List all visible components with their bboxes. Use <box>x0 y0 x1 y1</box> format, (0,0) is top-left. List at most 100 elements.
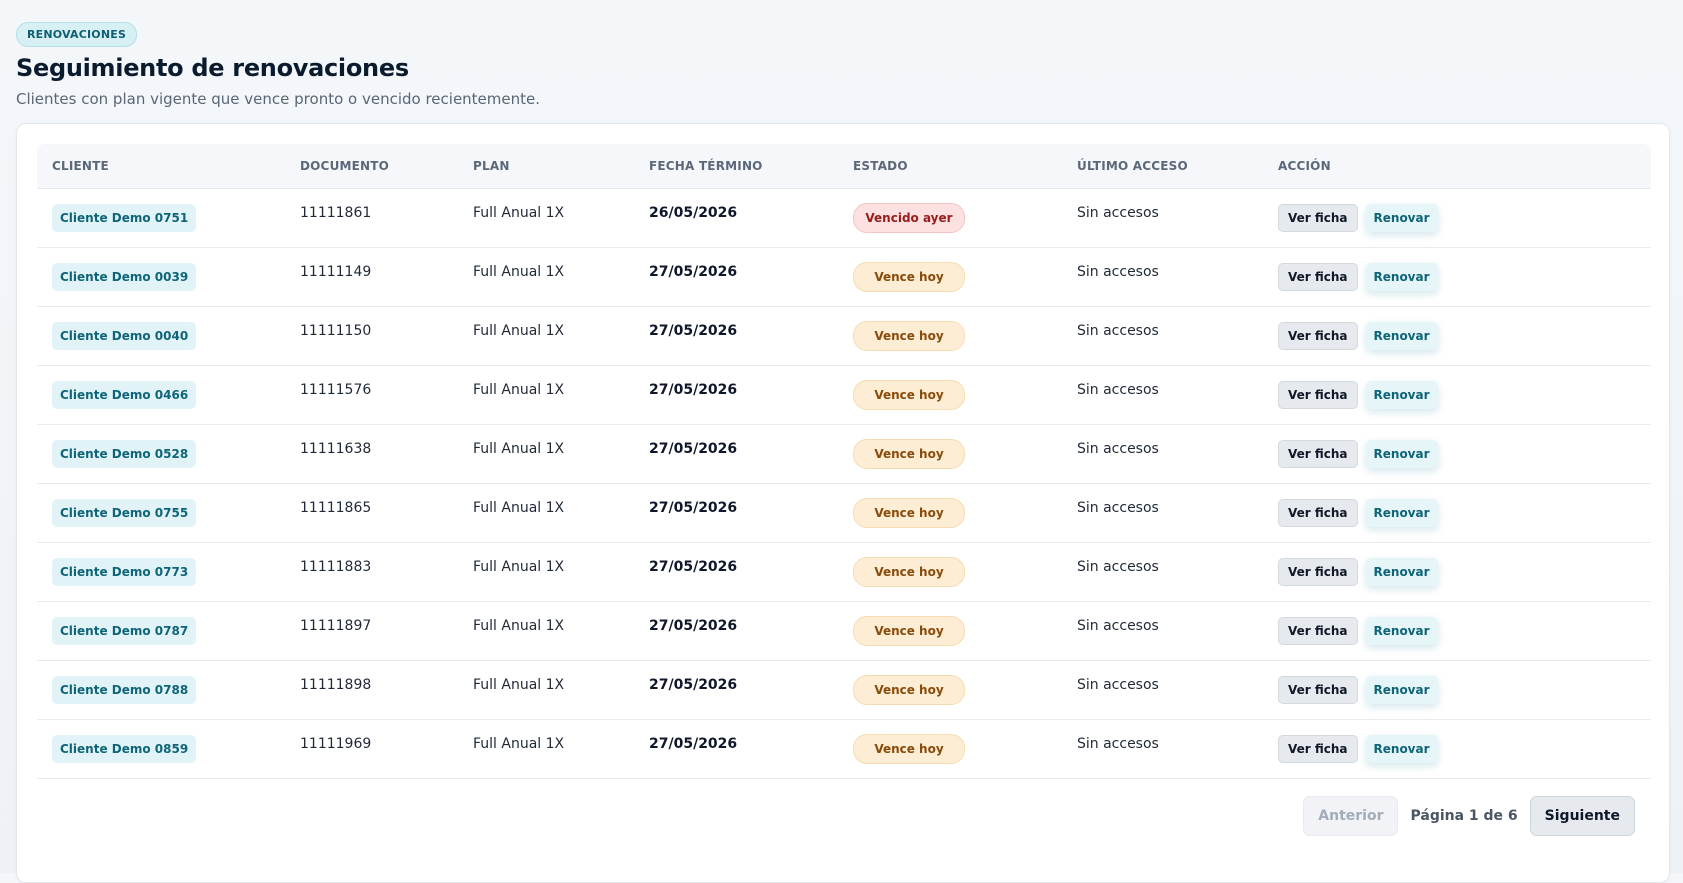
status-badge: Vence hoy <box>853 498 965 528</box>
table-body: Cliente Demo 0751 11111861 Full Anual 1X… <box>37 188 1651 779</box>
document-cell: 11111638 <box>300 441 372 457</box>
client-link[interactable]: Cliente Demo 0040 <box>52 322 197 350</box>
table-row: Cliente Demo 0787 11111897 Full Anual 1X… <box>37 601 1651 661</box>
plan-cell: Full Anual 1X <box>473 382 565 398</box>
table-row: Cliente Demo 0859 11111969 Full Anual 1X… <box>37 719 1651 779</box>
end-date-cell: 27/05/2026 <box>649 323 738 339</box>
client-link[interactable]: Cliente Demo 0751 <box>52 204 197 232</box>
column-header-plan: PLAN <box>458 144 634 189</box>
end-date-cell: 27/05/2026 <box>649 264 738 280</box>
table-row: Cliente Demo 0040 11111150 Full Anual 1X… <box>37 306 1651 366</box>
last-access-cell: Sin accesos <box>1077 205 1159 221</box>
end-date-cell: 27/05/2026 <box>649 559 738 575</box>
view-record-button[interactable]: Ver ficha <box>1278 322 1358 350</box>
client-link[interactable]: Cliente Demo 0787 <box>52 617 197 645</box>
column-header-action: ACCIÓN <box>1263 144 1651 189</box>
page-subtitle: Clientes con plan vigente que vence pron… <box>16 90 541 108</box>
view-record-button[interactable]: Ver ficha <box>1278 617 1358 645</box>
view-record-button[interactable]: Ver ficha <box>1278 204 1358 232</box>
page-title: Seguimiento de renovaciones <box>16 54 409 82</box>
client-link[interactable]: Cliente Demo 0466 <box>52 381 197 409</box>
last-access-cell: Sin accesos <box>1077 323 1159 339</box>
table-row: Cliente Demo 0039 11111149 Full Anual 1X… <box>37 247 1651 307</box>
document-cell: 11111897 <box>300 618 372 634</box>
renewals-table: CLIENTE DOCUMENTO PLAN FECHA TÉRMINO EST… <box>37 144 1651 779</box>
document-cell: 11111865 <box>300 500 372 516</box>
client-link[interactable]: Cliente Demo 0039 <box>52 263 197 291</box>
renew-button[interactable]: Renovar <box>1365 204 1438 232</box>
client-link[interactable]: Cliente Demo 0755 <box>52 499 197 527</box>
end-date-cell: 27/05/2026 <box>649 618 738 634</box>
renew-button[interactable]: Renovar <box>1365 263 1438 291</box>
table-row: Cliente Demo 0755 11111865 Full Anual 1X… <box>37 483 1651 543</box>
last-access-cell: Sin accesos <box>1077 441 1159 457</box>
table-row: Cliente Demo 0751 11111861 Full Anual 1X… <box>37 188 1651 248</box>
renew-button[interactable]: Renovar <box>1365 617 1438 645</box>
plan-cell: Full Anual 1X <box>473 264 565 280</box>
client-link[interactable]: Cliente Demo 0788 <box>52 676 197 704</box>
table-row: Cliente Demo 0788 11111898 Full Anual 1X… <box>37 660 1651 720</box>
section-badge: RENOVACIONES <box>16 22 138 47</box>
status-badge: Vence hoy <box>853 616 965 646</box>
column-header-document: DOCUMENTO <box>285 144 458 189</box>
last-access-cell: Sin accesos <box>1077 500 1159 516</box>
document-cell: 11111883 <box>300 559 372 575</box>
renew-button[interactable]: Renovar <box>1365 322 1438 350</box>
plan-cell: Full Anual 1X <box>473 559 565 575</box>
plan-cell: Full Anual 1X <box>473 500 565 516</box>
client-link[interactable]: Cliente Demo 0859 <box>52 735 197 763</box>
status-badge: Vence hoy <box>853 557 965 587</box>
next-page-button[interactable]: Siguiente <box>1529 796 1635 836</box>
last-access-cell: Sin accesos <box>1077 382 1159 398</box>
end-date-cell: 27/05/2026 <box>649 736 738 752</box>
last-access-cell: Sin accesos <box>1077 736 1159 752</box>
end-date-cell: 27/05/2026 <box>649 677 738 693</box>
document-cell: 11111150 <box>300 323 372 339</box>
last-access-cell: Sin accesos <box>1077 264 1159 280</box>
plan-cell: Full Anual 1X <box>473 736 565 752</box>
renew-button[interactable]: Renovar <box>1365 440 1438 468</box>
status-badge: Vence hoy <box>853 321 965 351</box>
table-header-row: CLIENTE DOCUMENTO PLAN FECHA TÉRMINO EST… <box>37 144 1651 189</box>
status-badge: Vence hoy <box>853 439 965 469</box>
column-header-status: ESTADO <box>838 144 1062 189</box>
plan-cell: Full Anual 1X <box>473 323 565 339</box>
status-badge: Vencido ayer <box>853 203 965 233</box>
plan-cell: Full Anual 1X <box>473 441 565 457</box>
last-access-cell: Sin accesos <box>1077 559 1159 575</box>
end-date-cell: 27/05/2026 <box>649 441 738 457</box>
previous-page-button[interactable]: Anterior <box>1303 796 1399 836</box>
view-record-button[interactable]: Ver ficha <box>1278 558 1358 586</box>
client-link[interactable]: Cliente Demo 0528 <box>52 440 197 468</box>
renew-button[interactable]: Renovar <box>1365 676 1438 704</box>
client-link[interactable]: Cliente Demo 0773 <box>52 558 197 586</box>
table-row: Cliente Demo 0466 11111576 Full Anual 1X… <box>37 365 1651 425</box>
view-record-button[interactable]: Ver ficha <box>1278 735 1358 763</box>
status-badge: Vence hoy <box>853 675 965 705</box>
table-row: Cliente Demo 0773 11111883 Full Anual 1X… <box>37 542 1651 602</box>
column-header-last-access: ÚLTIMO ACCESO <box>1062 144 1263 189</box>
status-badge: Vence hoy <box>853 262 965 292</box>
column-header-client: CLIENTE <box>37 144 285 189</box>
renew-button[interactable]: Renovar <box>1365 499 1438 527</box>
renew-button[interactable]: Renovar <box>1365 735 1438 763</box>
pagination: Anterior Página 1 de 6 Siguiente <box>1303 796 1635 836</box>
document-cell: 11111149 <box>300 264 372 280</box>
renew-button[interactable]: Renovar <box>1365 381 1438 409</box>
view-record-button[interactable]: Ver ficha <box>1278 263 1358 291</box>
end-date-cell: 26/05/2026 <box>649 205 738 221</box>
table-row: Cliente Demo 0528 11111638 Full Anual 1X… <box>37 424 1651 484</box>
view-record-button[interactable]: Ver ficha <box>1278 440 1358 468</box>
document-cell: 11111969 <box>300 736 372 752</box>
end-date-cell: 27/05/2026 <box>649 382 738 398</box>
last-access-cell: Sin accesos <box>1077 618 1159 634</box>
end-date-cell: 27/05/2026 <box>649 500 738 516</box>
document-cell: 11111898 <box>300 677 372 693</box>
view-record-button[interactable]: Ver ficha <box>1278 381 1358 409</box>
page-indicator: Página 1 de 6 <box>1410 808 1518 824</box>
renew-button[interactable]: Renovar <box>1365 558 1438 586</box>
plan-cell: Full Anual 1X <box>473 677 565 693</box>
view-record-button[interactable]: Ver ficha <box>1278 499 1358 527</box>
view-record-button[interactable]: Ver ficha <box>1278 676 1358 704</box>
status-badge: Vence hoy <box>853 380 965 410</box>
